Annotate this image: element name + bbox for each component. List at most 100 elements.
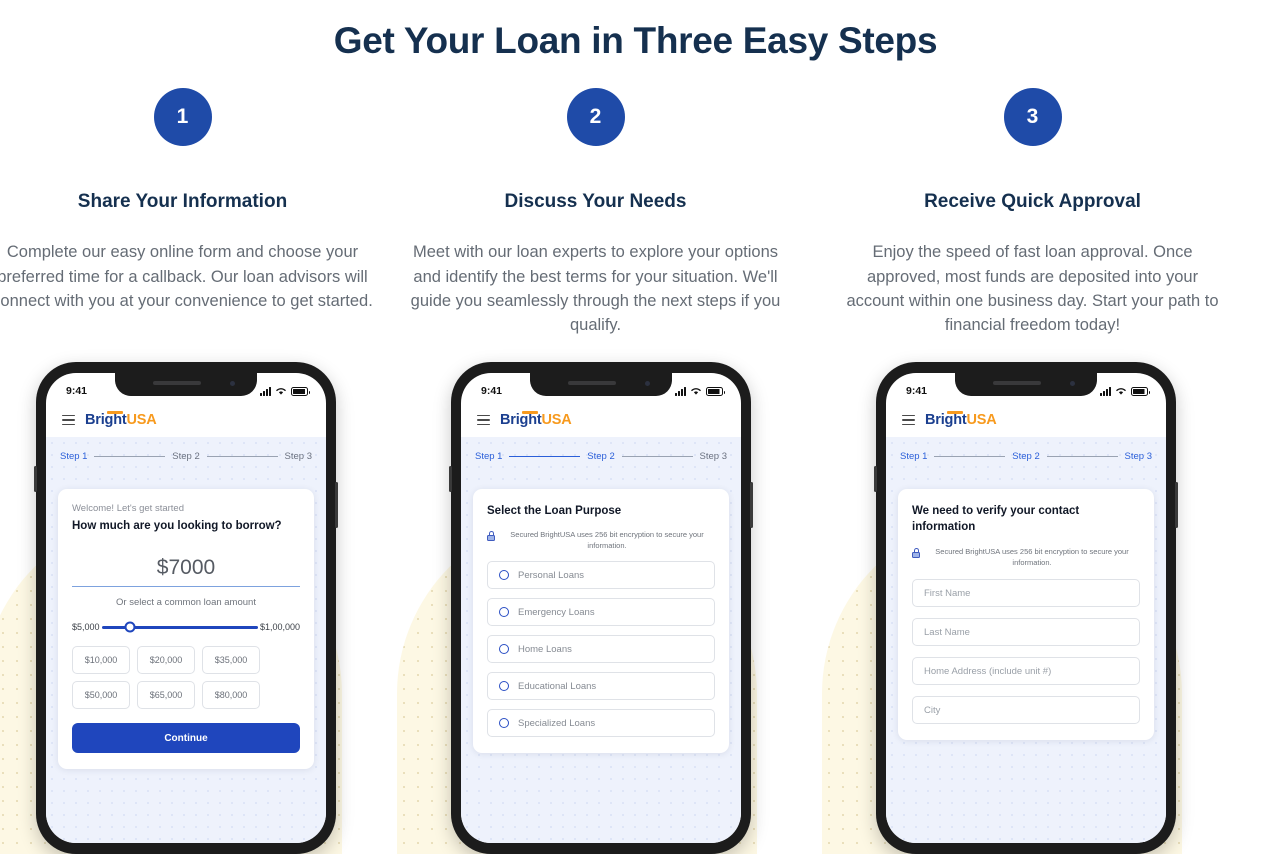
amount-chip-group: $10,000 $20,000 $35,000 $50,000 $65,000 … (72, 646, 300, 710)
amount-chip[interactable]: $65,000 (137, 681, 195, 710)
security-notice-2: Secured BrightUSA uses 256 bit encryptio… (487, 530, 715, 552)
step-label-1[interactable]: Step 1 (475, 451, 502, 462)
phone-notch-2 (530, 373, 672, 396)
camera-icon (645, 381, 650, 386)
step-connector-2b (621, 455, 693, 458)
step-connector-1a (94, 455, 166, 458)
hamburger-menu-icon[interactable] (902, 414, 915, 426)
step-connector-1b (206, 455, 278, 458)
phone-mockup-1: 9:41 BrightUSA Step 1 Step 2 Step 3 Welc… (0, 340, 390, 854)
step-heading-3: Receive Quick Approval (924, 191, 1141, 213)
step-label-3[interactable]: Step 3 (700, 451, 727, 462)
loan-purpose-option[interactable]: Educational Loans (487, 672, 715, 701)
step-connector-2a (509, 455, 581, 458)
first-name-input[interactable]: First Name (912, 579, 1140, 608)
step-indicator-1: Step 1 Step 2 Step 3 (46, 437, 326, 476)
hamburger-menu-icon[interactable] (62, 414, 75, 426)
loan-amount-value[interactable]: $7000 (72, 556, 300, 588)
loan-purpose-card: Select the Loan Purpose Secured BrightUS… (473, 489, 729, 754)
amount-chip[interactable]: $80,000 (202, 681, 260, 710)
amount-chip[interactable]: $10,000 (72, 646, 130, 675)
phone-mockups-row: 9:41 BrightUSA Step 1 Step 2 Step 3 Welc… (0, 340, 1271, 854)
option-label: Educational Loans (518, 680, 597, 692)
amount-chip[interactable]: $35,000 (202, 646, 260, 675)
app-bar-1: BrightUSA (46, 403, 326, 437)
phone-frame-3: 9:41 BrightUSA Step 1 Step 2 Step 3 We n… (874, 362, 1178, 854)
logo-accent-bar (522, 411, 538, 414)
step-label-1[interactable]: Step 1 (60, 451, 87, 462)
last-name-input[interactable]: Last Name (912, 618, 1140, 647)
option-label: Emergency Loans (518, 606, 595, 618)
logo-text-usa: USA (966, 412, 997, 428)
steps-row: 1 Share Your Information Complete our ea… (0, 88, 1271, 338)
option-label: Specialized Loans (518, 717, 596, 729)
signal-icon (1100, 387, 1111, 396)
loan-purpose-option[interactable]: Personal Loans (487, 561, 715, 590)
step-label-2[interactable]: Step 2 (587, 451, 614, 462)
home-address-input[interactable]: Home Address (include unit #) (912, 657, 1140, 686)
status-clock-3: 9:41 (906, 385, 928, 397)
step-label-2[interactable]: Step 2 (1012, 451, 1039, 462)
signal-icon (675, 387, 686, 396)
camera-icon (230, 381, 235, 386)
continue-button[interactable]: Continue (72, 723, 300, 754)
logo-text-br: Br (500, 412, 516, 428)
radio-icon[interactable] (499, 570, 509, 581)
radio-icon[interactable] (499, 644, 509, 655)
loan-amount-card: Welcome! Let's get started How much are … (58, 489, 314, 770)
welcome-text: Welcome! Let's get started (72, 503, 184, 514)
amount-chip[interactable]: $20,000 (137, 646, 195, 675)
phone-body-3: Step 1 Step 2 Step 3 We need to verify y… (886, 437, 1166, 843)
speaker-icon (568, 381, 616, 385)
step-column-1: 1 Share Your Information Complete our ea… (0, 88, 389, 338)
city-input[interactable]: City (912, 696, 1140, 725)
contact-info-card: We need to verify your contact informati… (898, 489, 1154, 741)
loan-purpose-option[interactable]: Home Loans (487, 635, 715, 664)
contact-info-title: We need to verify your contact informati… (912, 505, 1080, 534)
phone-body-2: Step 1 Step 2 Step 3 Select the Loan Pur… (461, 437, 741, 843)
phone-frame-1: 9:41 BrightUSA Step 1 Step 2 Step 3 Welc… (34, 362, 338, 854)
camera-icon (1070, 381, 1075, 386)
battery-icon (1131, 387, 1150, 396)
step-label-3[interactable]: Step 3 (285, 451, 312, 462)
logo-accent-bar (107, 411, 123, 414)
logo-text-br: Br (925, 412, 941, 428)
loan-purpose-title: Select the Loan Purpose (487, 505, 622, 517)
phone-body-1: Step 1 Step 2 Step 3 Welcome! Let's get … (46, 437, 326, 843)
radio-icon[interactable] (499, 681, 509, 692)
wifi-icon (691, 388, 701, 395)
logo-text-usa: USA (126, 412, 157, 428)
phone-notch-1 (115, 373, 257, 396)
wifi-icon (1116, 388, 1126, 395)
security-notice-text: Secured BrightUSA uses 256 bit encryptio… (510, 530, 704, 551)
step-label-2[interactable]: Step 2 (172, 451, 199, 462)
hamburger-menu-icon[interactable] (477, 414, 490, 426)
status-icons-2 (675, 386, 725, 396)
status-icons-1 (260, 386, 310, 396)
battery-icon (706, 387, 725, 396)
step-badge-1: 1 (153, 88, 212, 147)
amount-slider[interactable]: $5,000 $1,00,000 (72, 621, 300, 633)
speaker-icon (993, 381, 1041, 385)
step-label-1[interactable]: Step 1 (900, 451, 927, 462)
phone-screen-2: 9:41 BrightUSA Step 1 Step 2 Step 3 Sele… (461, 373, 741, 843)
brightusa-logo-3: BrightUSA (925, 411, 997, 428)
slider-knob[interactable] (124, 621, 136, 633)
amount-chip[interactable]: $50,000 (72, 681, 130, 710)
lock-icon (912, 547, 920, 558)
security-notice-3: Secured BrightUSA uses 256 bit encryptio… (912, 547, 1140, 569)
radio-icon[interactable] (499, 718, 509, 729)
radio-icon[interactable] (499, 607, 509, 618)
step-connector-3a (934, 455, 1006, 458)
logo-text-usa: USA (541, 412, 572, 428)
loan-purpose-option[interactable]: Specialized Loans (487, 709, 715, 738)
slider-track[interactable] (101, 621, 258, 633)
step-description-2: Meet with our loan experts to explore yo… (410, 243, 781, 335)
step-label-3[interactable]: Step 3 (1125, 451, 1152, 462)
slider-max-label: $1,00,000 (259, 622, 300, 633)
loan-purpose-option[interactable]: Emergency Loans (487, 598, 715, 627)
wifi-icon (276, 388, 286, 395)
step-heading-2: Discuss Your Needs (504, 191, 687, 213)
brightusa-logo-1: BrightUSA (85, 411, 157, 428)
common-amount-hint: Or select a common loan amount (116, 597, 256, 609)
